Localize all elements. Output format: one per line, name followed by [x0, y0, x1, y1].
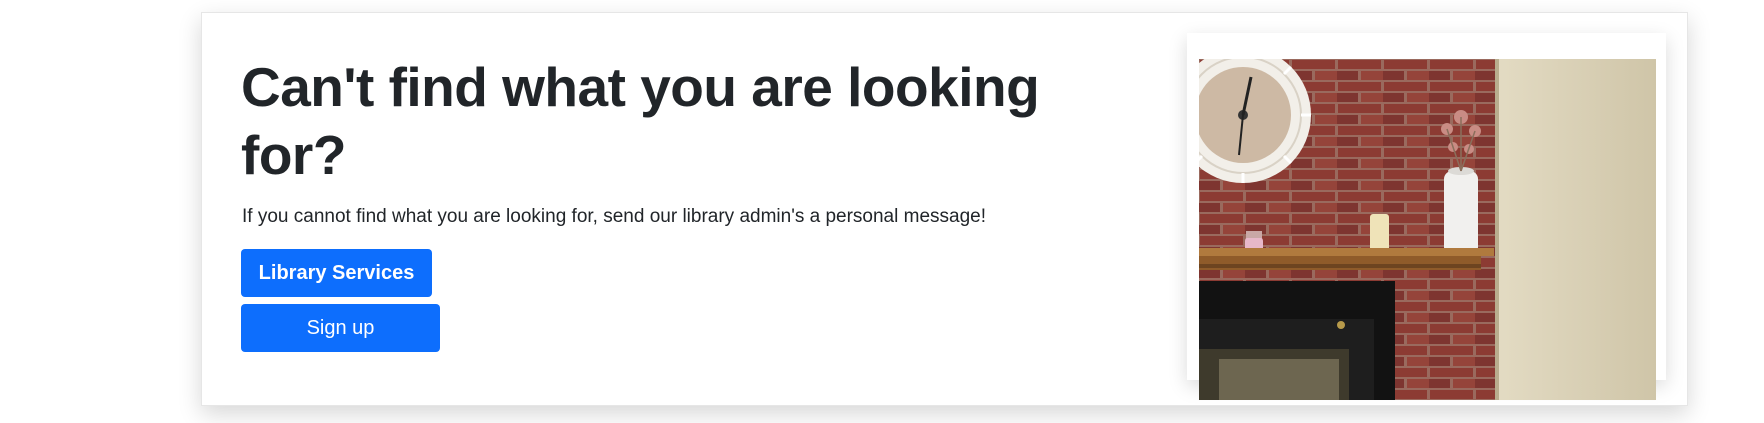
fireplace-photo: [1199, 59, 1656, 400]
photo-frame: [1187, 33, 1666, 400]
promo-description: If you cannot find what you are looking …: [242, 206, 986, 227]
page-title: Can't find what you are looking for?: [241, 56, 1040, 186]
promo-card: Can't find what you are looking for? If …: [201, 12, 1688, 406]
vase: [1441, 110, 1481, 255]
sign-up-button[interactable]: Sign up: [241, 304, 440, 352]
library-services-button[interactable]: Library Services: [241, 249, 432, 297]
page: Can't find what you are looking for? If …: [0, 0, 1764, 423]
